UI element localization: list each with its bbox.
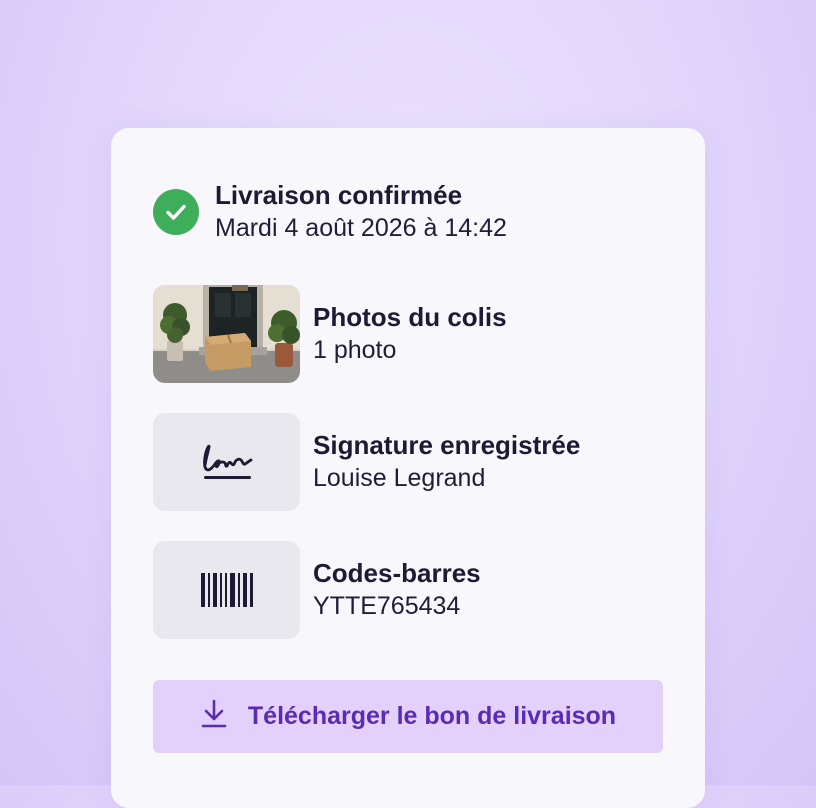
photos-count: 1 photo	[313, 335, 397, 364]
package-photo-thumbnail[interactable]	[153, 285, 300, 383]
barcodes-item[interactable]: Codes-barres YTTE765434	[153, 541, 481, 639]
delivery-status-header: Livraison confirmée Mardi 4 août 2026 à …	[153, 180, 507, 244]
download-button-label: Télécharger le bon de livraison	[247, 702, 617, 730]
download-delivery-note-button[interactable]: Télécharger le bon de livraison	[153, 680, 663, 753]
check-circle-icon	[153, 189, 199, 236]
signer-name: Louise Legrand	[313, 463, 486, 492]
delivery-datetime: Mardi 4 août 2026 à 14:42	[215, 214, 507, 243]
signature-title: Signature enregistrée	[313, 429, 581, 460]
signature-item[interactable]: Signature enregistrée Louise Legrand	[153, 413, 580, 511]
photos-title: Photos du colis	[313, 301, 507, 332]
barcode-value: YTTE765434	[313, 591, 461, 620]
signature-icon[interactable]	[153, 413, 300, 511]
package-photos-item[interactable]: Photos du colis 1 photo	[153, 285, 507, 383]
delivery-card: Livraison confirmée Mardi 4 août 2026 à …	[111, 128, 705, 808]
barcodes-title: Codes-barres	[313, 557, 481, 588]
delivery-status-title: Livraison confirmée	[215, 180, 463, 210]
barcode-icon[interactable]	[153, 541, 300, 639]
download-icon	[200, 698, 228, 735]
